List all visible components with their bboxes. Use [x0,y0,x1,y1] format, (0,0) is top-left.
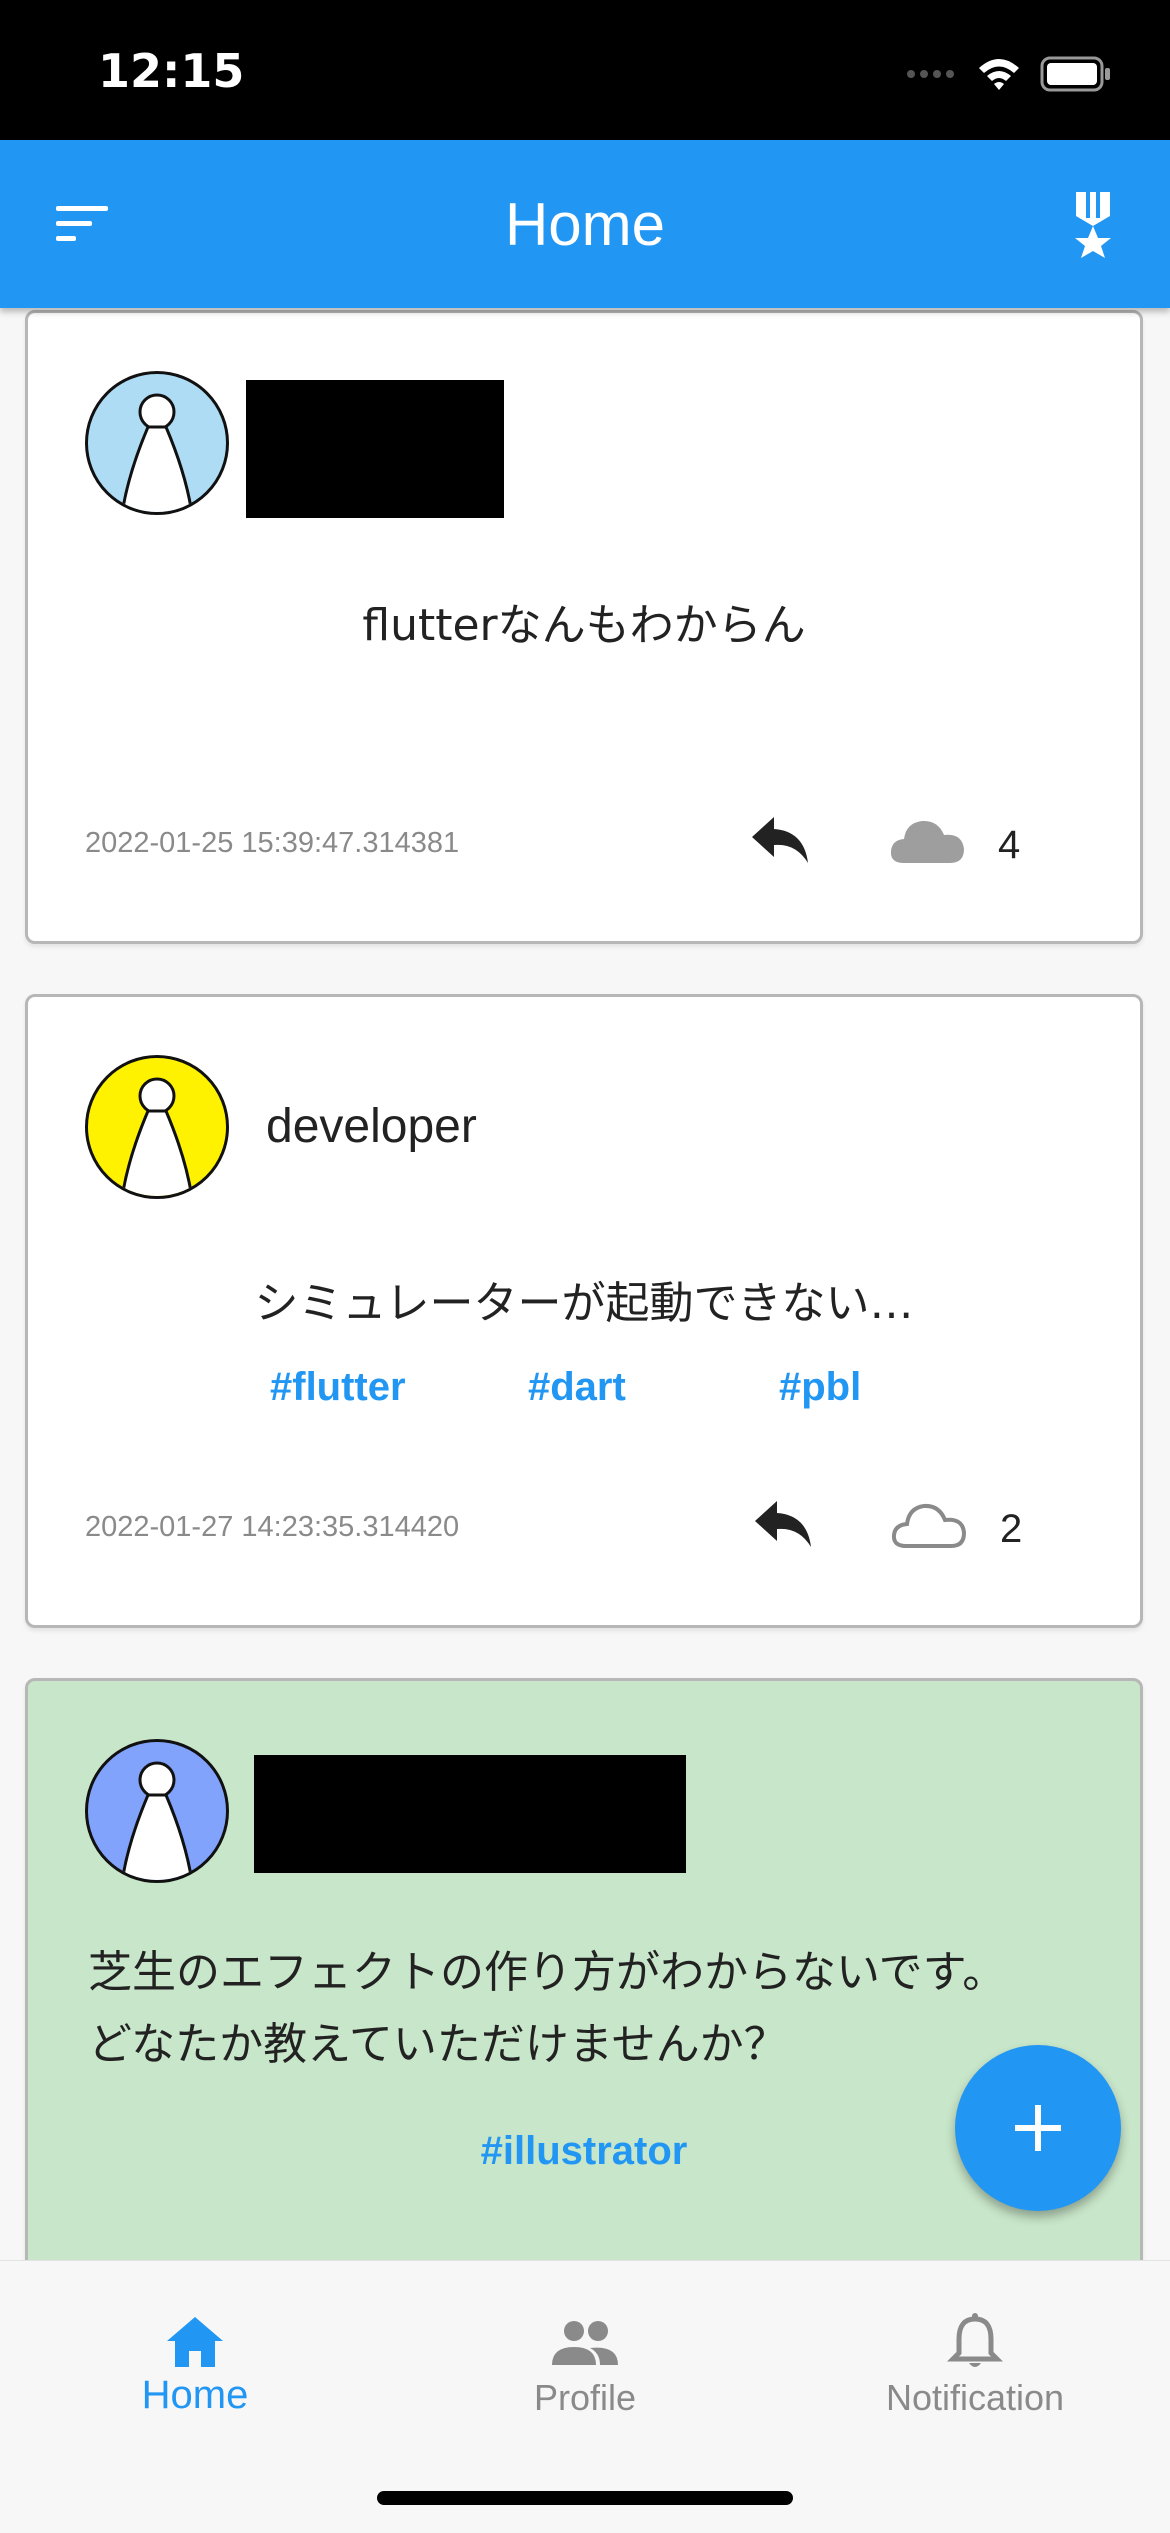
nav-item-notification[interactable]: Notification [780,2291,1170,2418]
avatar[interactable] [85,1739,229,1883]
redacted-username [246,380,504,518]
bell-icon [947,2313,1003,2367]
cloud-count: 2 [1000,1507,1023,1551]
cloud-filled-icon [890,820,964,863]
post-card[interactable]: developer シミュレーターが起動できない… #flutter #dart… [25,994,1143,1628]
post-text: シミュレーターが起動できない… [254,1278,914,1329]
status-time: 12:15 [98,44,245,98]
nav-label: Home [141,2373,249,2417]
nav-item-home[interactable]: Home [0,2291,390,2417]
home-indicator [377,2491,793,2505]
wifi-icon [979,59,1019,90]
post-text-line: 芝生のエフェクトの作り方がわからないです。 [88,1947,1007,1998]
reply-icon [755,1501,811,1547]
user-silhouette-icon [120,1761,194,1880]
nav-item-profile[interactable]: Profile [390,2291,780,2418]
plus-icon [1015,2105,1061,2151]
status-icons [906,54,1112,94]
post-card[interactable]: flutterなんもわからん 2022-01-25 15:39:47.31438… [25,310,1143,944]
reply-button[interactable] [753,1497,813,1549]
reply-button[interactable] [750,813,810,865]
nav-label: Notification [885,2377,1065,2418]
user-silhouette-icon [120,1077,194,1196]
hashtag-link[interactable]: #dart [528,1365,626,1410]
avatar[interactable] [85,371,229,515]
battery-icon [1040,56,1110,92]
post-timestamp: 2022-01-25 15:39:47.314381 [85,827,460,859]
nav-label: Profile [533,2377,637,2418]
status-bar: 12:15 [0,0,1170,140]
post-timestamp: 2022-01-27 14:23:35.314420 [85,1511,460,1543]
medal-icon [1075,192,1111,258]
hashtag-link[interactable]: #pbl [779,1365,861,1410]
home-icon [167,2317,223,2367]
people-icon [552,2321,618,2365]
cloud-button[interactable] [888,813,966,867]
cloud-button[interactable] [890,1497,968,1551]
user-silhouette-icon [120,393,194,512]
page-title: Home [504,191,666,258]
reply-icon [752,817,808,863]
avatar[interactable] [85,1055,229,1199]
username: developer [266,1100,477,1153]
post-text: flutterなんもわからん [362,600,806,651]
app-bar: Home [0,140,1170,308]
cloud-count: 4 [998,823,1021,867]
cloud-outline-icon [891,1503,967,1548]
new-post-button[interactable] [955,2045,1121,2211]
hashtag-link[interactable]: #flutter [270,1365,406,1410]
post-feed[interactable]: flutterなんもわからん 2022-01-25 15:39:47.31438… [0,308,1170,2260]
redacted-username [254,1755,686,1873]
ranking-button[interactable] [1068,190,1118,260]
signal-icon [907,70,954,78]
